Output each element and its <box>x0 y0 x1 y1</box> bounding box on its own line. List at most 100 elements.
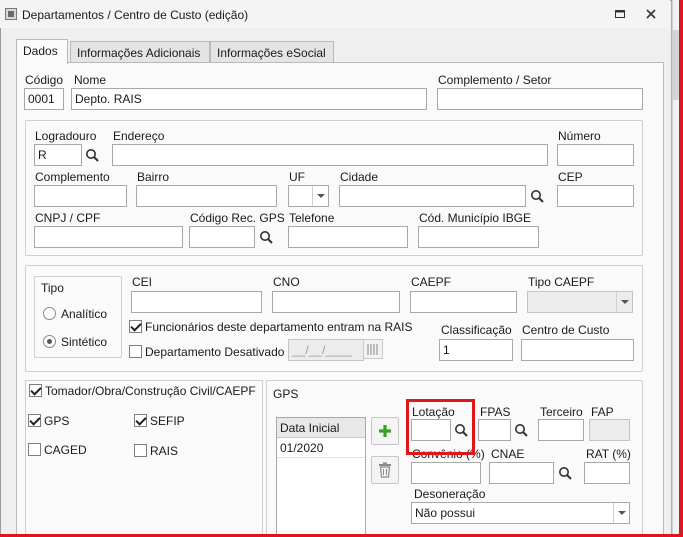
gps-checkbox[interactable] <box>28 414 41 427</box>
centro-custo-input[interactable] <box>521 339 634 361</box>
calendar-icon[interactable] <box>363 339 383 359</box>
sefip-checkbox[interactable] <box>134 414 147 427</box>
terceiro-input[interactable] <box>538 419 584 441</box>
fap-label: FAP <box>591 405 614 419</box>
cnpj-input[interactable] <box>34 226 183 248</box>
gps-data-grid[interactable]: Data Inicial 01/2020 <box>276 417 366 537</box>
numero-input[interactable] <box>557 144 634 166</box>
logradouro-label: Logradouro <box>35 129 97 143</box>
lotacao-highlight-box <box>406 399 475 455</box>
convenio-input[interactable] <box>411 462 481 484</box>
gps-label: GPS <box>44 414 70 428</box>
fpas-search-icon[interactable] <box>510 419 532 441</box>
cei-input[interactable] <box>131 291 262 313</box>
tipo-label: Tipo <box>41 281 64 295</box>
endereco-label: Endereço <box>113 129 165 143</box>
fpas-label: FPAS <box>480 405 511 419</box>
add-button[interactable] <box>371 417 399 445</box>
restore-icon[interactable] <box>613 8 627 20</box>
rat-input[interactable] <box>584 462 630 484</box>
fap-input[interactable] <box>589 419 630 441</box>
terceiro-label: Terceiro <box>540 405 583 419</box>
rais-checkbox[interactable] <box>134 444 147 457</box>
sefip-label: SEFIP <box>150 414 185 428</box>
plus-icon <box>379 425 391 437</box>
desativado-checkbox[interactable] <box>129 345 142 358</box>
fpas-input[interactable] <box>478 419 511 441</box>
caepf-label: CAEPF <box>411 275 452 289</box>
grid-header-data-inicial[interactable]: Data Inicial <box>277 418 365 438</box>
codrec-search-icon[interactable] <box>255 226 277 248</box>
tab-informacoes-adicionais[interactable]: Informações Adicionais <box>70 41 210 63</box>
codrec-input[interactable] <box>189 226 255 248</box>
caged-label: CAGED <box>44 443 87 457</box>
cidade-input[interactable] <box>339 185 526 207</box>
bairro-label: Bairro <box>137 170 170 184</box>
rat-label: RAT (%) <box>586 447 631 461</box>
trash-icon <box>379 462 391 478</box>
tomador-label: Tomador/Obra/Construção Civil/CAEPF <box>45 384 256 398</box>
delete-button[interactable] <box>371 456 399 484</box>
title-bar[interactable]: Departamentos / Centro de Custo (edição) <box>0 0 670 28</box>
cep-label: CEP <box>558 170 583 184</box>
app-icon <box>5 8 17 20</box>
desoneracao-dropdown-icon[interactable] <box>613 503 629 523</box>
desoneracao-select[interactable]: Não possui <box>411 502 630 524</box>
cno-label: CNO <box>273 275 300 289</box>
numero-label: Número <box>558 129 601 143</box>
cno-input[interactable] <box>272 291 400 313</box>
cnpj-label: CNPJ / CPF <box>35 211 101 225</box>
logradouro-input[interactable]: R <box>34 144 82 166</box>
cidade-search-icon[interactable] <box>526 185 548 207</box>
classificacao-label: Classificação <box>441 323 512 337</box>
window-title: Departamentos / Centro de Custo (edição) <box>22 8 249 22</box>
centro-custo-label: Centro de Custo <box>522 323 610 337</box>
ibge-input[interactable] <box>418 226 539 248</box>
tab-informacoes-esocial[interactable]: Informações eSocial <box>210 41 334 63</box>
desoneracao-label: Desoneração <box>414 487 486 501</box>
complemento-setor-input[interactable] <box>437 88 643 110</box>
close-icon[interactable] <box>644 8 658 20</box>
cidade-label: Cidade <box>340 170 379 184</box>
rais-label: RAIS <box>150 444 179 458</box>
table-row[interactable]: 01/2020 <box>277 438 365 458</box>
tipo-caepf-label: Tipo CAEPF <box>528 275 595 289</box>
cep-input[interactable] <box>557 185 634 207</box>
tomador-checkbox[interactable] <box>29 384 42 397</box>
telefone-label: Telefone <box>289 211 335 225</box>
tab-dados[interactable]: Dados <box>16 39 68 64</box>
nome-label: Nome <box>74 73 107 87</box>
codrec-label: Código Rec. GPS <box>190 211 285 225</box>
red-border-right <box>679 0 683 537</box>
ibge-label: Cód. Município IBGE <box>419 211 532 225</box>
caged-checkbox[interactable] <box>28 443 41 456</box>
codigo-label: Código <box>25 73 64 87</box>
cnae-input[interactable] <box>489 462 554 484</box>
func-rais-checkbox[interactable] <box>129 320 142 333</box>
radio-sintetico[interactable] <box>43 335 56 348</box>
caepf-input[interactable] <box>410 291 517 313</box>
telefone-input[interactable] <box>288 226 408 248</box>
tipo-caepf-dropdown-icon[interactable] <box>616 292 632 312</box>
endereco-input[interactable] <box>112 144 548 166</box>
radio-sintetico-label: Sintético <box>61 335 108 349</box>
classificacao-input[interactable]: 1 <box>439 339 513 361</box>
cnae-search-icon[interactable] <box>554 462 576 484</box>
codigo-input[interactable]: 0001 <box>24 88 64 110</box>
uf-dropdown-icon[interactable] <box>312 186 328 206</box>
complemento-input[interactable] <box>34 185 127 207</box>
radio-analitico-label: Analítico <box>61 307 108 321</box>
desativado-date-input[interactable]: __/__/____ <box>288 339 364 361</box>
cnae-label: CNAE <box>491 447 525 461</box>
complemento-setor-label: Complemento / Setor <box>438 73 552 87</box>
cei-label: CEI <box>132 275 153 289</box>
bairro-input[interactable] <box>136 185 277 207</box>
gps-group-label: GPS <box>273 387 299 401</box>
logradouro-search-icon[interactable] <box>81 144 103 166</box>
func-rais-label: Funcionários deste departamento entram n… <box>145 320 413 334</box>
desativado-label: Departamento Desativado <box>145 345 285 359</box>
complemento-label: Complemento <box>35 170 110 184</box>
radio-analitico[interactable] <box>43 307 56 320</box>
nome-input[interactable]: Depto. RAIS <box>71 88 427 110</box>
uf-label: UF <box>289 170 305 184</box>
